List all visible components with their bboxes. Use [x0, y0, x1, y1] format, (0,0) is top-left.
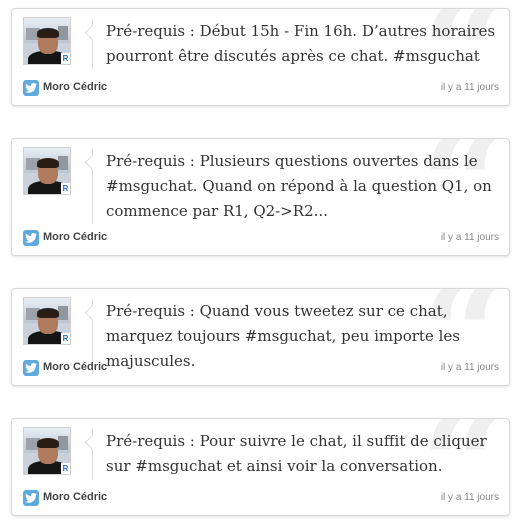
timestamp[interactable]: il y a 11 jours: [441, 492, 499, 503]
avatar[interactable]: R: [23, 297, 71, 345]
author-name[interactable]: Moro Cédric: [43, 81, 107, 93]
author-name[interactable]: Moro Cédric: [43, 361, 107, 373]
tweet-text: Pré-requis : Plusieurs questions ouverte…: [92, 149, 501, 224]
tweet-card: “ R Pré-requis : Plusieurs questions ouv…: [11, 138, 510, 256]
twitter-bird-icon[interactable]: [23, 490, 39, 506]
tweet-footer: Moro Cédric il y a 11 jours: [23, 490, 499, 506]
tweet-card: “ R Pré-requis : Début 15h - Fin 16h. D’…: [11, 8, 510, 106]
timestamp[interactable]: il y a 11 jours: [441, 82, 499, 93]
tweet-text: Pré-requis : Pour suivre le chat, il suf…: [92, 429, 501, 479]
twitter-bird-icon[interactable]: [23, 230, 39, 246]
author-name[interactable]: Moro Cédric: [43, 491, 107, 503]
author-name[interactable]: Moro Cédric: [43, 231, 107, 243]
avatar[interactable]: R: [23, 17, 71, 65]
avatar-badge: R: [61, 53, 70, 64]
avatar-badge: R: [61, 183, 70, 194]
tweet-card: “ R Pré-requis : Quand vous tweetez sur …: [11, 288, 510, 386]
avatar-badge: R: [61, 463, 70, 474]
avatar[interactable]: R: [23, 147, 71, 195]
tweet-footer: Moro Cédric il y a 11 jours: [23, 80, 499, 96]
tweet-footer: Moro Cédric il y a 11 jours: [23, 360, 499, 376]
tweet-footer: Moro Cédric il y a 11 jours: [23, 230, 499, 246]
timestamp[interactable]: il y a 11 jours: [441, 232, 499, 243]
tweet-card: “ R Pré-requis : Pour suivre le chat, il…: [11, 418, 510, 516]
tweet-text: Pré-requis : Début 15h - Fin 16h. D’autr…: [92, 19, 501, 69]
avatar[interactable]: R: [23, 427, 71, 475]
twitter-bird-icon[interactable]: [23, 360, 39, 376]
twitter-bird-icon[interactable]: [23, 80, 39, 96]
avatar-badge: R: [61, 333, 70, 344]
timestamp[interactable]: il y a 11 jours: [441, 362, 499, 373]
